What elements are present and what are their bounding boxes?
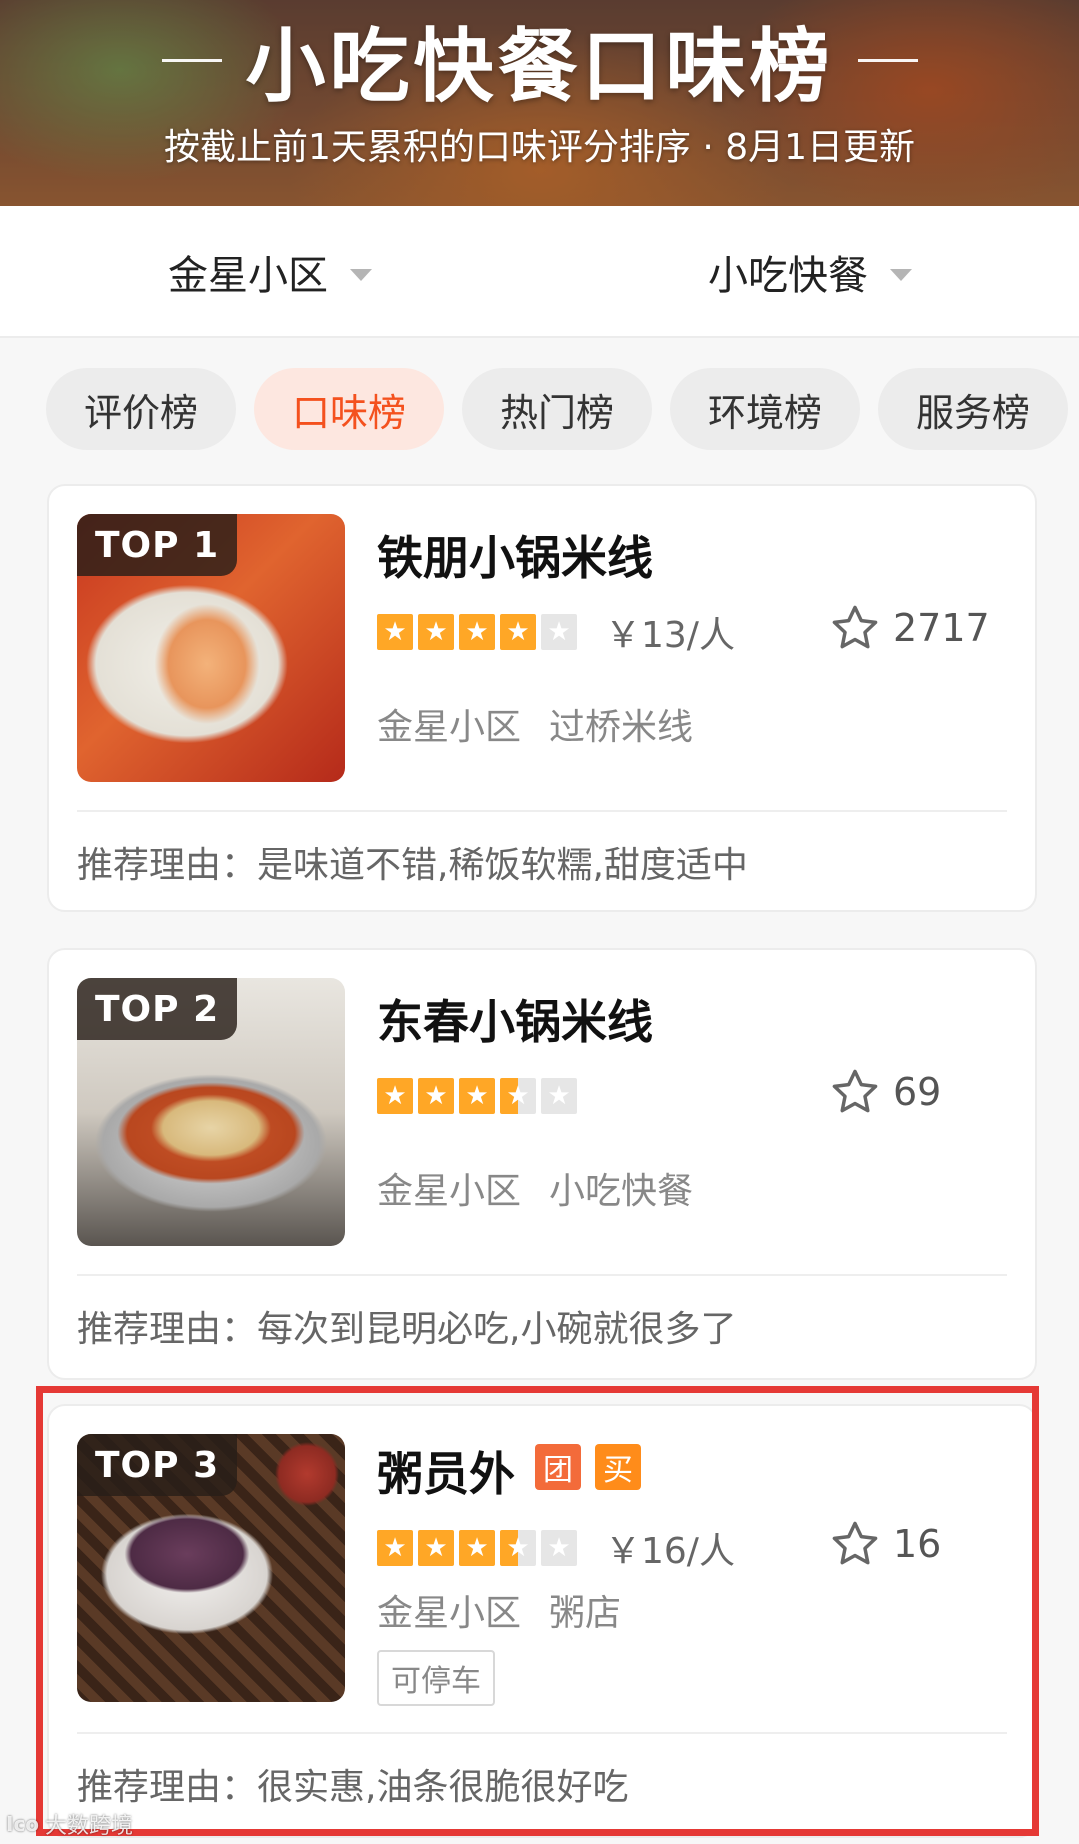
buy-badge: 买 <box>595 1444 641 1490</box>
group-buy-badge: 团 <box>535 1444 581 1490</box>
category-filter-dropdown[interactable]: 小吃快餐 <box>708 242 912 302</box>
tab-label: 口味榜 <box>291 390 406 435</box>
favorite-count-value: 2717 <box>893 606 990 650</box>
rating-star: ★ <box>377 1530 413 1566</box>
price-per-person: ￥13/人 <box>605 615 735 656</box>
rating-star: ★ <box>541 1530 577 1566</box>
shop-area: 金星小区 <box>377 1593 522 1634</box>
shop-photo[interactable]: TOP 3 <box>77 1434 345 1702</box>
rating-stars: ★ ★ ★ ★ ★ <box>377 1078 582 1114</box>
recommend-reason: 推荐理由：每次到昆明必吃,小碗就很多了 <box>77 1309 737 1350</box>
shop-meta: 金星小区 小吃快餐 <box>377 1162 693 1214</box>
star-outline-icon <box>832 605 878 649</box>
price-per-person: ￥16/人 <box>605 1531 735 1572</box>
shop-area: 金星小区 <box>377 707 522 748</box>
rating-star: ★ <box>459 614 495 650</box>
star-outline-icon <box>832 1521 878 1565</box>
rating-stars: ★ ★ ★ ★ ★ <box>377 614 582 650</box>
favorite-count[interactable]: 69 <box>829 1066 941 1118</box>
rank-badge: TOP 3 <box>77 1434 238 1496</box>
header-banner: 小吃快餐口味榜 按截止前1天累积的口味评分排序 · 8月1日更新 <box>0 0 1079 206</box>
rating-star: ★ <box>459 1078 495 1114</box>
category-filter-label: 小吃快餐 <box>708 253 868 299</box>
favorite-count-value: 16 <box>893 1522 942 1566</box>
tab-label: 环境榜 <box>707 390 822 435</box>
decorative-line-right <box>857 58 918 62</box>
shop-photo[interactable]: TOP 2 <box>77 978 345 1246</box>
banner-title-row: 小吃快餐口味榜 <box>0 10 1079 113</box>
shop-category: 粥店 <box>549 1593 622 1634</box>
rating-star: ★ <box>418 1078 454 1114</box>
recommend-reason: 推荐理由：很实惠,油条很脆很好吃 <box>77 1767 629 1808</box>
area-filter-label: 金星小区 <box>168 253 328 299</box>
rank-badge: TOP 1 <box>77 514 238 576</box>
star-outline-icon <box>832 1069 878 1113</box>
rating-star: ★ <box>541 1078 577 1114</box>
page-title: 小吃快餐口味榜 <box>245 20 834 113</box>
shop-card-top2[interactable]: TOP 2 东春小锅米线 ★ ★ ★ ★ ★ 69 金星小区 小吃快餐 推荐理由：每次到… <box>47 948 1037 1380</box>
rating-star: ★ <box>418 1530 454 1566</box>
rating-star: ★ <box>500 1078 536 1114</box>
shop-area: 金星小区 <box>377 1171 522 1212</box>
tab-popular-ranking[interactable]: 热门榜 <box>462 368 652 450</box>
favorite-count[interactable]: 2717 <box>829 602 990 654</box>
recommend-reason: 推荐理由：是味道不错,稀饭软糯,甜度适中 <box>77 845 748 886</box>
rating-star: ★ <box>377 1078 413 1114</box>
shop-name[interactable]: 铁朋小锅米线 <box>377 522 653 588</box>
tab-environment-ranking[interactable]: 环境榜 <box>670 368 860 450</box>
parking-tag: 可停车 <box>377 1650 495 1706</box>
divider <box>77 1732 1007 1734</box>
shop-name[interactable]: 东春小锅米线 <box>377 986 653 1052</box>
shop-category: 小吃快餐 <box>549 1171 694 1212</box>
chevron-down-icon <box>890 269 912 281</box>
rating-star: ★ <box>500 614 536 650</box>
rating-star: ★ <box>377 614 413 650</box>
rating-star: ★ <box>459 1530 495 1566</box>
shop-meta: 金星小区 粥店 <box>377 1584 621 1636</box>
watermark-text: 大数跨境 <box>45 1814 134 1839</box>
rating-star: ★ <box>500 1530 536 1566</box>
shop-name[interactable]: 粥员外 <box>377 1438 515 1504</box>
favorite-count[interactable]: 16 <box>829 1518 941 1570</box>
rating-star: ★ <box>541 614 577 650</box>
tab-label: 服务榜 <box>915 390 1030 435</box>
tab-review-ranking[interactable]: 评价榜 <box>46 368 236 450</box>
rating-stars: ★ ★ ★ ★ ★ <box>377 1530 582 1566</box>
shop-category: 过桥米线 <box>549 707 694 748</box>
rank-badge: TOP 2 <box>77 978 238 1040</box>
ranking-content: 评价榜 口味榜 热门榜 环境榜 服务榜 TOP 1 铁朋小锅米线 ★ ★ ★ ★ ★ ￥… <box>0 338 1079 1844</box>
decorative-line-left <box>161 58 222 62</box>
shop-card-top3[interactable]: TOP 3 粥员外 团 买 ★ ★ ★ ★ ★ ￥16/人 16 金星小区 粥店 可停车… <box>47 1404 1037 1838</box>
divider <box>77 810 1007 812</box>
shop-card-top1[interactable]: TOP 1 铁朋小锅米线 ★ ★ ★ ★ ★ ￥13/人 2717 金星小区 过桥米线 … <box>47 484 1037 912</box>
filter-bar: 金星小区 小吃快餐 <box>0 206 1079 338</box>
area-filter-dropdown[interactable]: 金星小区 <box>168 242 372 302</box>
rating-star: ★ <box>418 614 454 650</box>
shop-meta: 金星小区 过桥米线 <box>377 698 693 750</box>
watermark-logo: Ico <box>6 1812 40 1836</box>
tab-label: 评价榜 <box>83 390 198 435</box>
tab-service-ranking[interactable]: 服务榜 <box>878 368 1068 450</box>
shop-photo[interactable]: TOP 1 <box>77 514 345 782</box>
tab-label: 热门榜 <box>499 390 614 435</box>
watermark: Ico 大数跨境 <box>6 1808 133 1840</box>
divider <box>77 1274 1007 1276</box>
tab-taste-ranking[interactable]: 口味榜 <box>254 368 444 450</box>
favorite-count-value: 69 <box>893 1070 942 1114</box>
page-subtitle: 按截止前1天累积的口味评分排序 · 8月1日更新 <box>163 127 916 168</box>
chevron-down-icon <box>350 269 372 281</box>
